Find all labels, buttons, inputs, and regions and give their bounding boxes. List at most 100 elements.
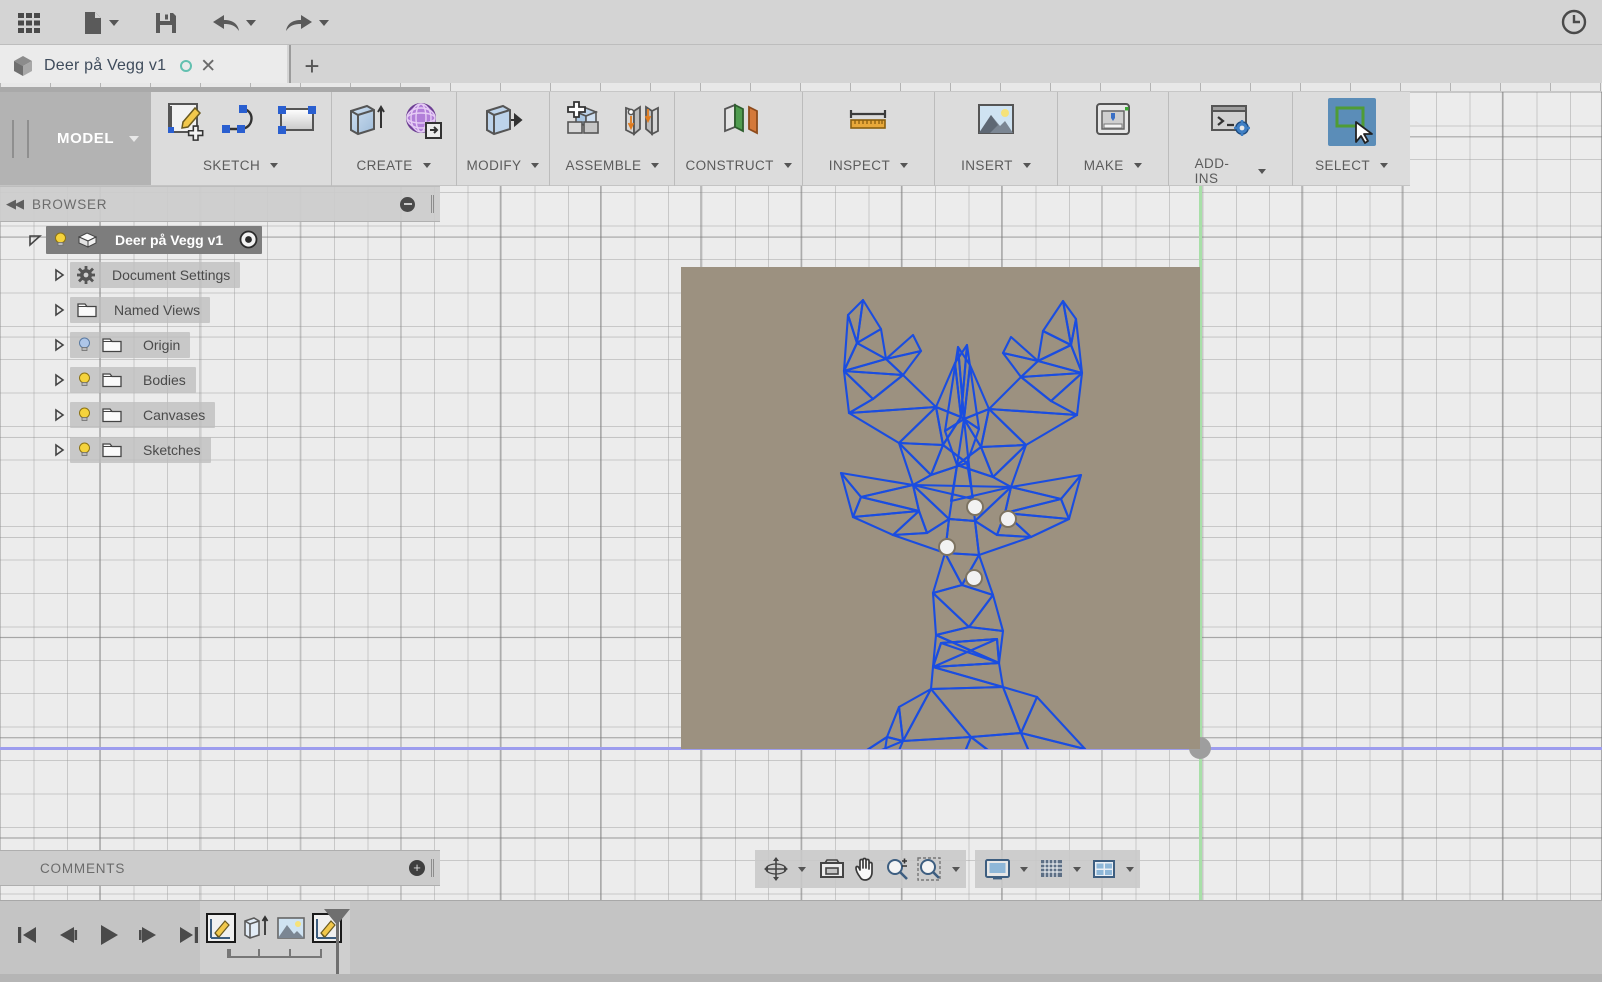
panel-resize-handle[interactable] <box>431 859 434 877</box>
tree-row[interactable]: Bodies <box>0 362 440 397</box>
show-data-panel-button[interactable] <box>6 5 52 41</box>
ribbon-group-label[interactable]: MODIFY <box>467 158 540 173</box>
ribbon-group-label[interactable]: ASSEMBLE <box>565 158 659 173</box>
navigation-bar <box>755 850 1140 888</box>
tree-row[interactable]: Origin <box>0 327 440 362</box>
bodies-node[interactable]: Bodies <box>70 367 196 393</box>
activate-component-icon[interactable] <box>239 230 258 249</box>
ribbon-group-label[interactable]: INSERT <box>961 158 1031 173</box>
rectangle-tool[interactable] <box>273 98 321 146</box>
ribbon-group-label[interactable]: ADD-INS <box>1195 156 1266 186</box>
expand-arrow-icon[interactable] <box>48 443 70 457</box>
tree-row[interactable]: Document Settings <box>0 257 440 292</box>
chevron-down-icon[interactable] <box>1020 867 1028 872</box>
light-bulb-icon[interactable] <box>52 231 69 248</box>
display-settings-button[interactable] <box>981 854 1013 884</box>
light-bulb-icon[interactable] <box>76 406 93 423</box>
origin-node[interactable]: Origin <box>70 332 190 358</box>
monitor-icon <box>983 856 1011 882</box>
expand-arrow-icon[interactable] <box>48 303 70 317</box>
viewports-button[interactable] <box>1089 854 1119 884</box>
fit-button[interactable] <box>914 854 946 884</box>
ribbon-group-label[interactable]: CREATE <box>356 158 430 173</box>
expand-arrow-icon[interactable] <box>48 373 70 387</box>
panel-resize-handle[interactable] <box>431 195 434 213</box>
deer-canvas-image[interactable] <box>681 267 1200 749</box>
file-menu-button[interactable] <box>78 5 123 41</box>
named-views-node[interactable]: Named Views <box>70 297 210 323</box>
chevron-down-icon[interactable] <box>1126 867 1134 872</box>
browser-tree: Deer på Vegg v1 <box>0 222 440 467</box>
root-node[interactable]: Deer på Vegg v1 <box>46 226 262 254</box>
light-bulb-icon[interactable] <box>76 336 93 353</box>
grid-snaps-button[interactable] <box>1036 854 1066 884</box>
sketches-node[interactable]: Sketches <box>70 437 211 463</box>
ribbon-group-label[interactable]: SKETCH <box>203 158 278 173</box>
canvases-node[interactable]: Canvases <box>70 402 215 428</box>
tree-row[interactable]: Sketches <box>0 432 440 467</box>
save-button[interactable] <box>149 5 183 41</box>
light-bulb-icon[interactable] <box>76 441 93 458</box>
insert-canvas-tool[interactable] <box>972 98 1020 146</box>
drag-grip-icon[interactable] <box>27 120 29 158</box>
pan-button[interactable] <box>850 854 880 884</box>
ribbon-group-label[interactable]: INSPECT <box>829 158 908 173</box>
tree-row[interactable]: Named Views <box>0 292 440 327</box>
select-tool[interactable] <box>1328 98 1376 146</box>
3d-print-tool[interactable] <box>1089 98 1137 146</box>
zoom-button[interactable] <box>882 854 912 884</box>
redo-button[interactable] <box>280 5 333 41</box>
chevron-down-icon[interactable] <box>952 867 960 872</box>
job-status-button[interactable] <box>1560 8 1588 41</box>
workspace-switcher[interactable]: MODEL <box>0 92 151 185</box>
timeline-end-marker[interactable] <box>336 909 339 975</box>
expand-arrow-icon[interactable] <box>24 233 46 247</box>
create-form-tool[interactable] <box>398 98 446 146</box>
go-to-beginning-button[interactable] <box>14 922 40 948</box>
measure-tool[interactable] <box>844 98 892 146</box>
spline-tool[interactable] <box>217 98 265 146</box>
extrude-tool[interactable] <box>342 98 390 146</box>
minimize-browser-button[interactable] <box>400 197 415 212</box>
document-tab-label: Deer på Vegg v1 <box>44 57 166 75</box>
timeline-feature-canvas-1[interactable] <box>276 913 306 943</box>
chevron-down-icon[interactable] <box>798 867 806 872</box>
offset-plane-tool[interactable] <box>715 98 763 146</box>
ribbon-group-label[interactable]: CONSTRUCT <box>685 158 791 173</box>
joint-tool[interactable] <box>616 98 664 146</box>
skip-start-icon <box>14 922 40 948</box>
chevron-down-icon <box>1134 163 1142 168</box>
expand-arrow-icon[interactable] <box>48 268 70 282</box>
orbit-button[interactable] <box>761 854 791 884</box>
chevron-down-icon[interactable] <box>1073 867 1081 872</box>
document-tab[interactable]: Deer på Vegg v1 ✕ <box>0 45 287 87</box>
go-to-end-button[interactable] <box>176 922 202 948</box>
add-comment-button[interactable]: + <box>409 860 425 876</box>
step-back-button[interactable] <box>54 922 80 948</box>
step-forward-button[interactable] <box>136 922 162 948</box>
play-icon <box>94 921 122 949</box>
drag-grip-icon[interactable] <box>12 120 14 158</box>
collapse-browser-button[interactable]: ◀◀ <box>6 196 22 212</box>
timeline-feature-sketch-1[interactable] <box>206 913 236 943</box>
timeline-feature-extrude-1[interactable] <box>240 913 270 943</box>
expand-arrow-icon[interactable] <box>48 338 70 352</box>
ribbon-group-label[interactable]: MAKE <box>1084 158 1142 173</box>
expand-arrow-icon[interactable] <box>48 408 70 422</box>
document-settings-node[interactable]: Document Settings <box>70 262 240 288</box>
press-pull-tool[interactable] <box>479 98 527 146</box>
ribbon-group-label[interactable]: SELECT <box>1315 158 1388 173</box>
play-button[interactable] <box>94 921 122 949</box>
undo-button[interactable] <box>207 5 260 41</box>
create-sketch-tool[interactable] <box>161 98 209 146</box>
look-at-button[interactable] <box>816 854 848 884</box>
scripts-addins-tool[interactable] <box>1206 98 1254 146</box>
tree-row[interactable]: Canvases <box>0 397 440 432</box>
tree-row[interactable]: Deer på Vegg v1 <box>0 222 440 257</box>
light-bulb-icon[interactable] <box>76 371 93 388</box>
new-tab-button[interactable]: + <box>289 45 333 87</box>
new-component-tool[interactable] <box>560 98 608 146</box>
chevron-down-icon[interactable] <box>129 136 139 142</box>
close-icon[interactable]: ✕ <box>200 57 216 76</box>
deer-polygon-sketch[interactable] <box>681 267 1200 749</box>
